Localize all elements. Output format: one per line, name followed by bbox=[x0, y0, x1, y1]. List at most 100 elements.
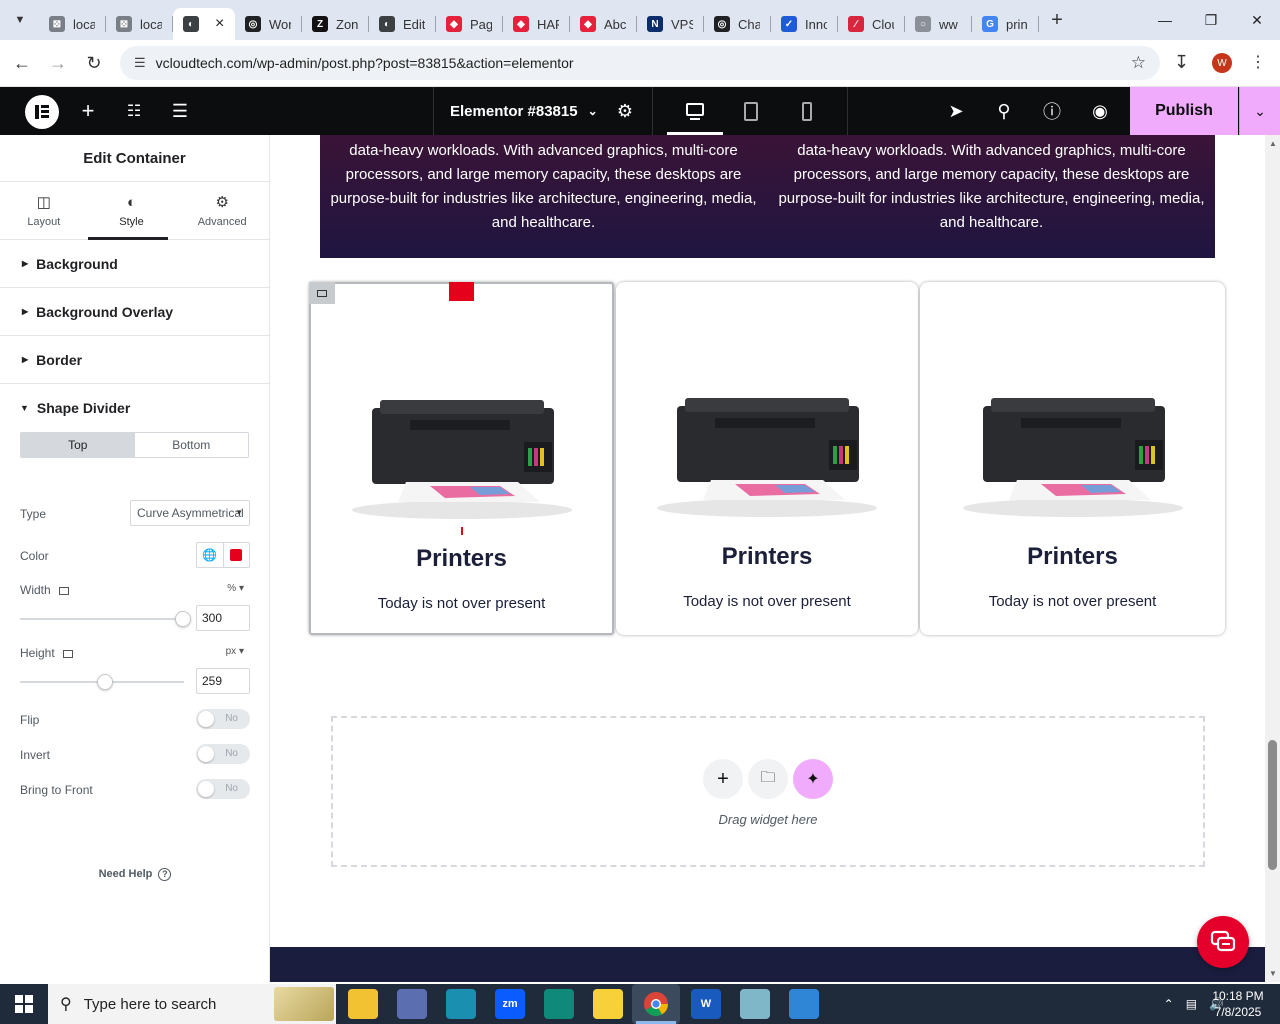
global-colors-icon[interactable]: 🌐 bbox=[197, 543, 223, 567]
color-swatch-button[interactable] bbox=[222, 543, 250, 567]
card-subtitle[interactable]: Today is not over present bbox=[616, 593, 918, 610]
mobile-device-icon[interactable] bbox=[779, 87, 835, 135]
bookmark-star-icon[interactable]: ☆ bbox=[1131, 53, 1146, 73]
site-settings-icon[interactable]: ☰ bbox=[134, 55, 146, 71]
notifications-rocket-icon[interactable]: ➤ bbox=[940, 87, 972, 135]
card-subtitle[interactable]: Today is not over present bbox=[920, 593, 1225, 610]
type-select[interactable]: Curve Asymmetrical ▼ bbox=[130, 500, 250, 526]
tablet-device-icon[interactable] bbox=[723, 87, 779, 135]
structure-layers-icon[interactable]: ☰ bbox=[164, 87, 196, 135]
new-tab-button[interactable]: + bbox=[1043, 6, 1071, 34]
profile-avatar[interactable]: W bbox=[1212, 53, 1232, 73]
browser-tab[interactable]: ◎ Wor bbox=[235, 8, 302, 40]
download-icon[interactable]: ↧ bbox=[1174, 52, 1189, 73]
browser-tab[interactable]: ◐ × bbox=[173, 8, 235, 40]
help-icon[interactable]: ⓘ bbox=[1036, 87, 1068, 135]
system-clock[interactable]: 10:18 PM 7/8/2025 bbox=[1208, 988, 1268, 1020]
close-window-icon[interactable]: ✕ bbox=[1234, 0, 1280, 40]
omnibox[interactable]: ☰ vcloudtech.com/wp-admin/post.php?post=… bbox=[120, 46, 1160, 80]
paint-app-icon[interactable] bbox=[397, 989, 427, 1019]
canvas-scrollbar[interactable]: ▲ ▼ bbox=[1265, 135, 1280, 982]
add-section-plus-icon[interactable]: + bbox=[703, 759, 743, 799]
scroll-up-icon[interactable]: ▲ bbox=[1269, 139, 1277, 148]
tab-layout[interactable]: ◫ Layout bbox=[0, 182, 88, 239]
container-edit-handle[interactable] bbox=[309, 282, 335, 304]
taskbar-search-box[interactable]: ⚲ Type here to search bbox=[48, 984, 336, 1024]
browser-tab[interactable]: ◆ Pag bbox=[436, 8, 503, 40]
section-border[interactable]: ▶ Border bbox=[0, 336, 269, 384]
browser-menu-icon[interactable]: ⋮ bbox=[1250, 52, 1266, 72]
card-title[interactable]: Printers bbox=[920, 543, 1225, 571]
edge-browser-icon[interactable] bbox=[544, 989, 574, 1019]
band-paragraph-left[interactable]: data-heavy workloads. With advanced grap… bbox=[320, 139, 767, 235]
width-slider-handle[interactable] bbox=[175, 611, 191, 627]
section-background-overlay[interactable]: ▶ Background Overlay bbox=[0, 288, 269, 336]
file-explorer-icon[interactable] bbox=[348, 989, 378, 1019]
card-subtitle[interactable]: Today is not over present bbox=[311, 595, 612, 612]
desktop-device-icon[interactable] bbox=[667, 87, 723, 135]
url-text[interactable]: vcloudtech.com/wp-admin/post.php?post=83… bbox=[156, 55, 574, 71]
section-shape-divider[interactable]: ▼ Shape Divider bbox=[0, 384, 269, 432]
publish-button[interactable]: Publish bbox=[1130, 87, 1238, 135]
site-settings-sliders-icon[interactable]: ☷ bbox=[118, 87, 150, 135]
height-input[interactable]: 259 bbox=[196, 668, 250, 694]
finder-search-icon[interactable]: ⚲ bbox=[988, 87, 1020, 135]
browser-tab[interactable]: N VPS bbox=[637, 8, 704, 40]
switch-bottom[interactable]: Bottom bbox=[135, 433, 249, 457]
gem-app-icon[interactable] bbox=[446, 989, 476, 1019]
product-card-1[interactable]: Printers Today is not over present bbox=[309, 282, 614, 635]
forward-icon[interactable]: → bbox=[40, 45, 76, 81]
word-app-icon[interactable]: W bbox=[691, 989, 721, 1019]
sticky-notes-icon[interactable] bbox=[593, 989, 623, 1019]
card-title[interactable]: Printers bbox=[311, 545, 612, 573]
width-unit[interactable]: % ▾ bbox=[227, 583, 244, 594]
photos-app-icon[interactable] bbox=[789, 989, 819, 1019]
publish-options-chevron-icon[interactable]: ⌄ bbox=[1239, 87, 1280, 135]
band-paragraph-right[interactable]: data-heavy workloads. With advanced grap… bbox=[768, 139, 1215, 235]
height-unit[interactable]: px ▾ bbox=[226, 646, 244, 657]
browser-tab[interactable]: ⊠ loca bbox=[39, 8, 106, 40]
scrollbar-thumb[interactable] bbox=[1268, 740, 1277, 870]
empty-drop-zone[interactable]: + 🗀 ✦ Drag widget here bbox=[331, 716, 1205, 867]
scroll-down-icon[interactable]: ▼ bbox=[1269, 969, 1277, 978]
elementor-logo-icon[interactable] bbox=[25, 95, 59, 129]
bring-to-front-toggle[interactable]: No bbox=[196, 779, 250, 799]
reload-icon[interactable]: ↻ bbox=[76, 45, 112, 81]
preview-eye-icon[interactable]: ◉ bbox=[1084, 87, 1116, 135]
responsive-monitor-icon[interactable] bbox=[62, 649, 73, 658]
ai-sparkle-icon[interactable]: ✦ bbox=[793, 759, 833, 799]
network-icon[interactable]: ▤ bbox=[1186, 997, 1197, 1011]
product-card-3[interactable]: Printers Today is not over present bbox=[920, 282, 1225, 635]
responsive-monitor-icon[interactable] bbox=[58, 586, 69, 595]
tab-advanced[interactable]: ⚙ Advanced bbox=[175, 182, 269, 239]
tab-close-icon[interactable]: × bbox=[215, 15, 224, 33]
notes-app-icon[interactable] bbox=[740, 989, 770, 1019]
browser-tab[interactable]: ◐ Edit bbox=[369, 8, 436, 40]
flip-toggle[interactable]: No bbox=[196, 709, 250, 729]
browser-tab[interactable]: ◎ Cha bbox=[704, 8, 771, 40]
chat-widget-button[interactable] bbox=[1197, 916, 1249, 968]
browser-tab[interactable]: Gprin bbox=[972, 8, 1039, 40]
section-background[interactable]: ▶ Background bbox=[0, 240, 269, 288]
product-card-2[interactable]: Printers Today is not over present bbox=[616, 282, 918, 635]
minimize-icon[interactable]: — bbox=[1142, 0, 1188, 40]
back-icon[interactable]: ← bbox=[4, 45, 40, 81]
windows-start-icon[interactable] bbox=[0, 984, 48, 1024]
tab-style[interactable]: ◐ Style bbox=[87, 182, 176, 240]
card-title[interactable]: Printers bbox=[616, 543, 918, 571]
add-element-icon[interactable]: + bbox=[72, 87, 104, 135]
zoom-app-icon[interactable]: zm bbox=[495, 989, 525, 1019]
browser-tab[interactable]: ✓ Innc bbox=[771, 8, 838, 40]
height-slider-handle[interactable] bbox=[97, 674, 113, 690]
browser-tab[interactable]: ⊠ loca bbox=[106, 8, 173, 40]
add-template-folder-icon[interactable]: 🗀 bbox=[748, 759, 788, 799]
width-input[interactable]: 300 bbox=[196, 605, 250, 631]
browser-tab[interactable]: ∕ Clou bbox=[838, 8, 905, 40]
need-help-link[interactable]: Need Help? bbox=[0, 868, 270, 881]
browser-tab[interactable]: ◆ HAF bbox=[503, 8, 570, 40]
tab-search-dropdown-icon[interactable]: ▼ bbox=[5, 5, 35, 35]
width-slider[interactable] bbox=[20, 618, 184, 620]
browser-tab[interactable]: Z Zon bbox=[302, 8, 369, 40]
switch-top[interactable]: Top bbox=[21, 433, 135, 457]
page-settings-gear-icon[interactable]: ⚙ bbox=[610, 87, 640, 135]
